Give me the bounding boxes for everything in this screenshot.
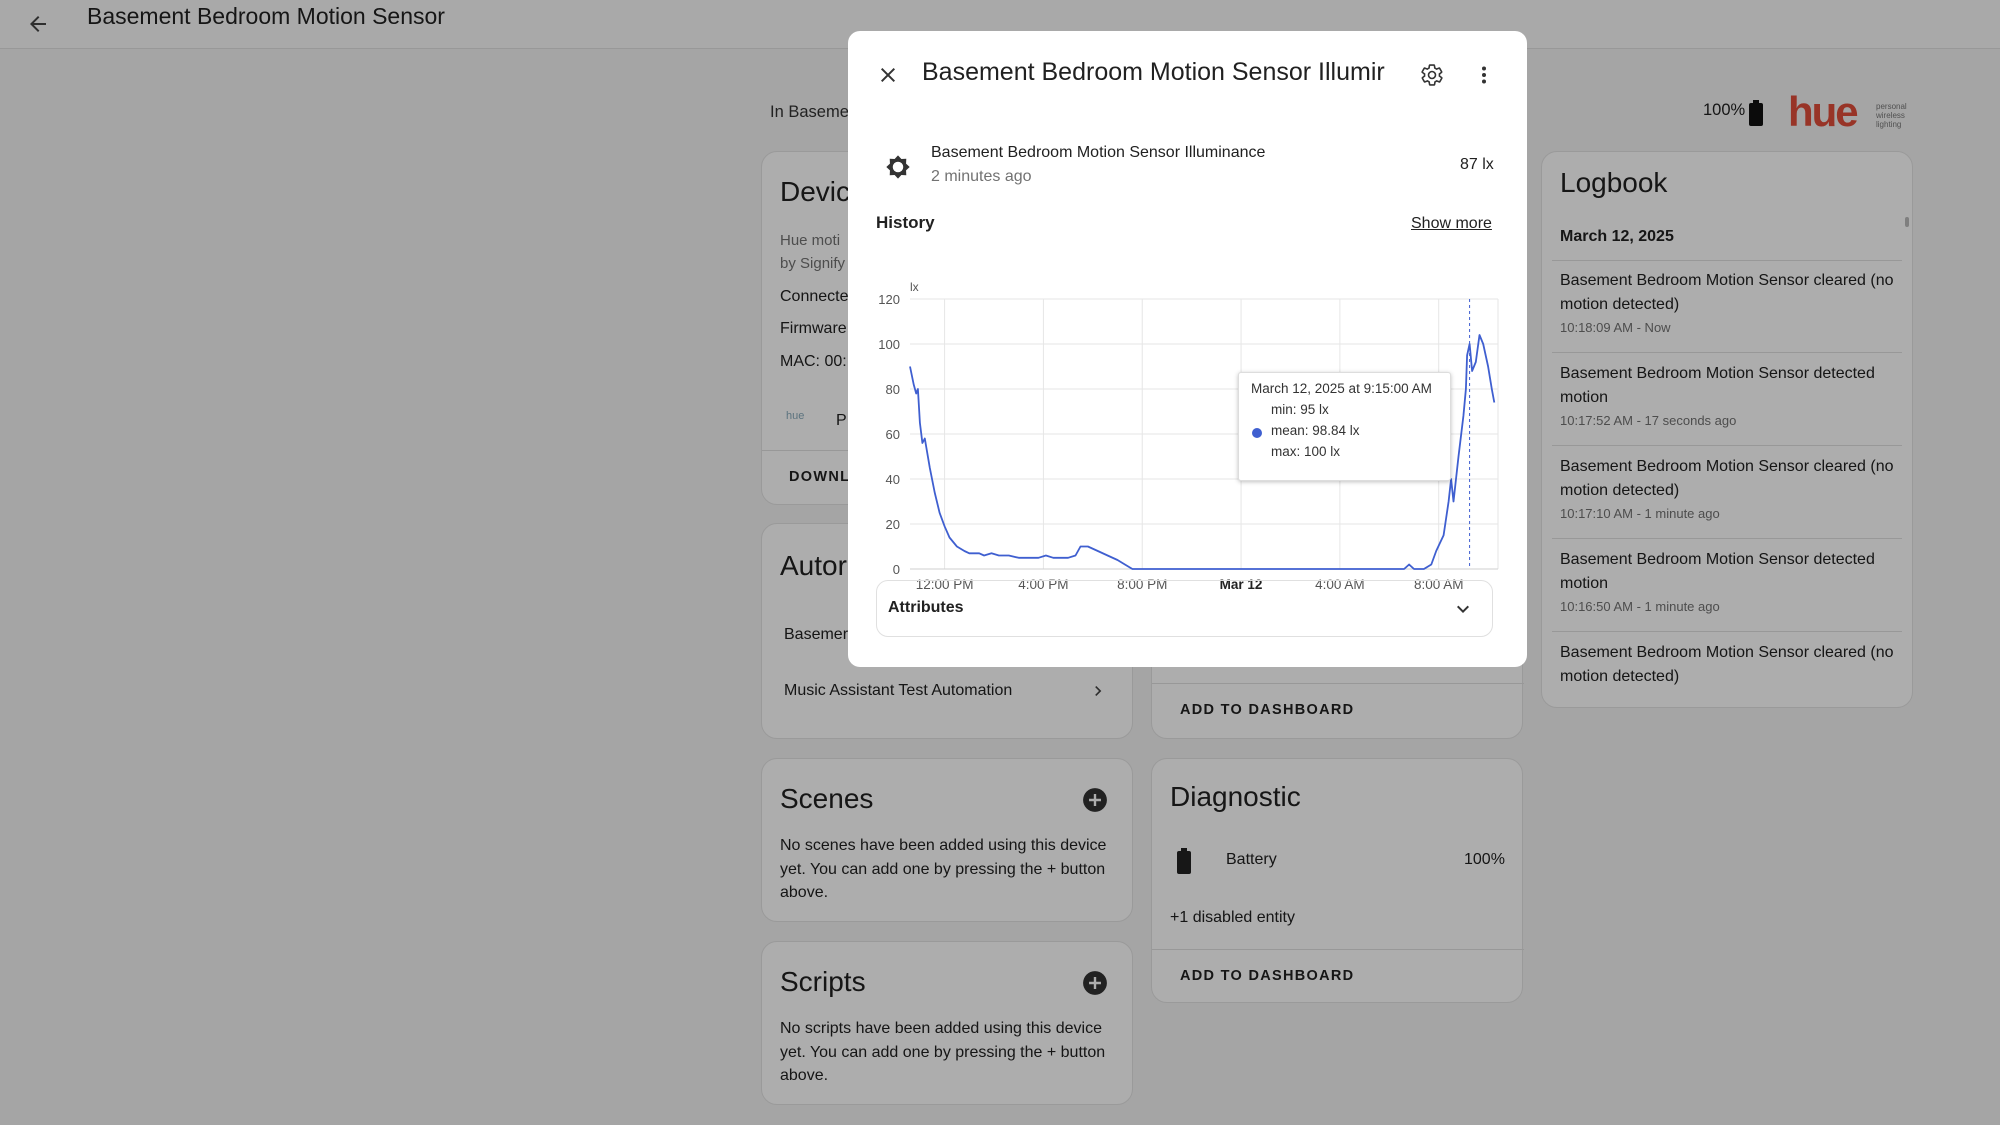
tooltip-mean: mean: 98.84 lx xyxy=(1271,423,1360,438)
y-tick-label: 80 xyxy=(886,382,900,397)
brightness-icon xyxy=(886,155,910,179)
y-tick-label: 100 xyxy=(878,337,900,352)
history-heading: History xyxy=(876,213,935,232)
entity-last-changed: 2 minutes ago xyxy=(931,168,1032,185)
close-icon xyxy=(881,68,895,82)
attributes-label: Attributes xyxy=(888,599,964,616)
y-tick-label: 0 xyxy=(893,562,900,577)
close-button[interactable] xyxy=(870,57,906,93)
chart-tooltip: March 12, 2025 at 9:15:00 AM min: 95 lx … xyxy=(1238,372,1451,481)
y-tick-label: 20 xyxy=(886,517,900,532)
show-more-link[interactable]: Show more xyxy=(1411,215,1492,233)
chevron-down-icon xyxy=(1457,605,1469,613)
more-options-button[interactable] xyxy=(1466,57,1502,93)
gear-icon xyxy=(1421,64,1443,86)
tooltip-series-marker xyxy=(1252,428,1262,438)
settings-button[interactable] xyxy=(1414,57,1450,93)
tooltip-title: March 12, 2025 at 9:15:00 AM xyxy=(1251,381,1432,396)
y-tick-label: 60 xyxy=(886,427,900,442)
entity-state: 87 lx xyxy=(1460,156,1494,173)
dots-vertical-icon xyxy=(1482,66,1486,84)
attributes-expander[interactable]: Attributes xyxy=(876,580,1493,637)
y-tick-label: 120 xyxy=(878,292,900,307)
entity-more-info-dialog: Basement Bedroom Motion Sensor Illumir B… xyxy=(848,31,1527,667)
tooltip-max: max: 100 lx xyxy=(1271,444,1341,459)
y-tick-label: 40 xyxy=(886,472,900,487)
dialog-title: Basement Bedroom Motion Sensor Illumir xyxy=(922,58,1385,86)
tooltip-min: min: 95 lx xyxy=(1271,402,1329,417)
entity-name: Basement Bedroom Motion Sensor Illuminan… xyxy=(931,144,1266,161)
y-axis-unit: lx xyxy=(910,280,919,294)
